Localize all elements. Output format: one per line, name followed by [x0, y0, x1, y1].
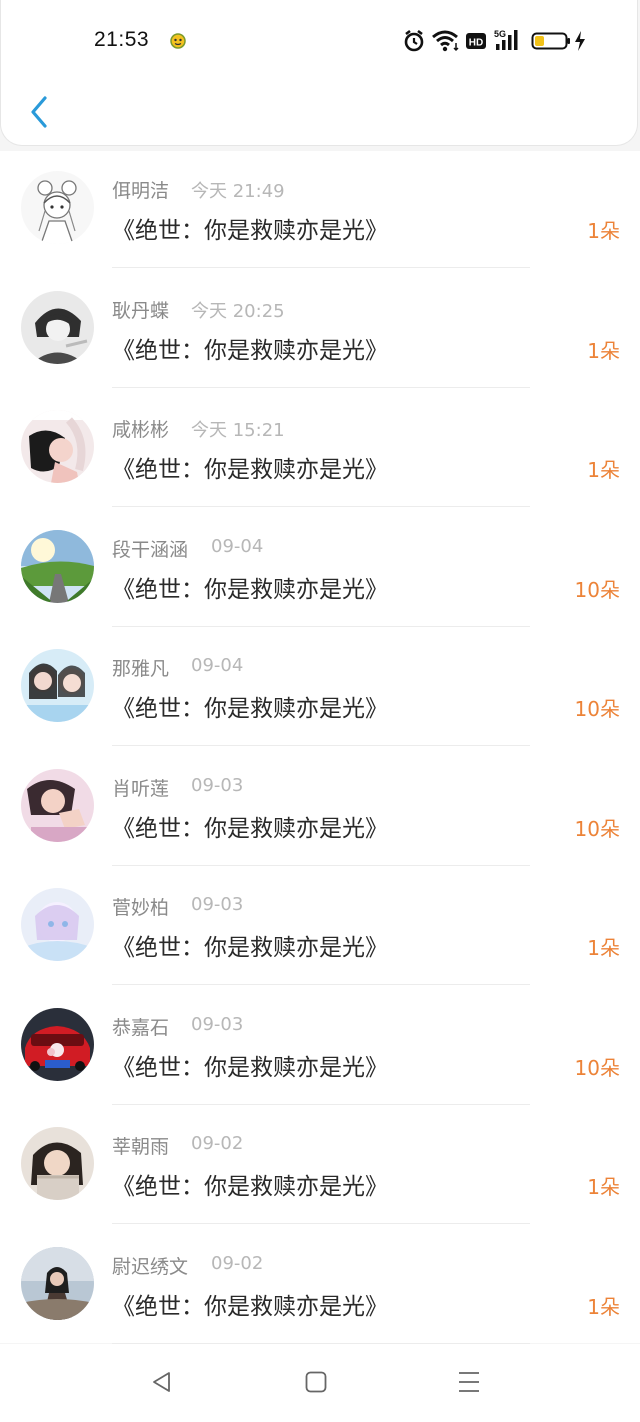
divider — [112, 625, 530, 627]
flower-count: 1朵 — [587, 338, 620, 363]
list-item[interactable]: 咸彬彬 今天 15:21 《绝世：你是救赎亦是光》 1朵 — [0, 390, 640, 510]
nav-menu-button[interactable] — [449, 1366, 489, 1398]
battery-icon — [531, 32, 570, 50]
home-square-icon — [305, 1371, 327, 1393]
user-name[interactable]: 咸彬彬 — [112, 415, 169, 442]
divider — [112, 386, 530, 388]
book-title[interactable]: 《绝世：你是救赎亦是光》 — [112, 211, 388, 245]
gift-time: 09-03 — [191, 894, 244, 915]
list-item[interactable]: 菅妙柏 09-03 《绝世：你是救赎亦是光》 1朵 — [0, 868, 640, 988]
gift-time: 09-04 — [211, 535, 264, 557]
flower-count: 1朵 — [587, 219, 620, 243]
avatar[interactable] — [21, 529, 94, 603]
gift-time: 09-02 — [211, 1252, 264, 1274]
flower-count: 1朵 — [587, 1175, 620, 1199]
user-name[interactable]: 菅妙柏 — [112, 893, 169, 920]
avatar[interactable] — [21, 649, 94, 722]
user-name[interactable]: 段干涵涵 — [112, 535, 188, 562]
book-title[interactable]: 《绝世：你是救赎亦是光》 — [112, 1167, 388, 1201]
header: 21:53 HD 5G — [0, 0, 638, 146]
list-item[interactable]: 耿丹蝶 今天 20:25 《绝世：你是救赎亦是光》 1朵 — [0, 271, 640, 391]
avatar[interactable] — [21, 888, 94, 961]
user-name[interactable]: 肖听莲 — [112, 774, 169, 801]
book-title[interactable]: 《绝世：你是救赎亦是光》 — [112, 1048, 388, 1082]
nav-home-button[interactable] — [296, 1366, 336, 1398]
notification-icon — [169, 32, 187, 50]
book-title[interactable]: 《绝世：你是救赎亦是光》 — [112, 331, 388, 365]
book-title[interactable]: 《绝世：你是救赎亦是光》 — [112, 809, 388, 843]
status-bar: 21:53 HD 5G — [1, 0, 640, 80]
divider — [112, 984, 530, 985]
gift-time: 09-03 — [191, 774, 244, 796]
list-item[interactable]: 那雅凡 09-04 《绝世：你是救赎亦是光》 10朵 — [0, 629, 640, 749]
avatar[interactable] — [21, 290, 94, 364]
system-nav-bar — [0, 1344, 640, 1422]
charging-icon — [575, 31, 585, 51]
flower-count: 10朵 — [574, 577, 620, 602]
avatar[interactable] — [21, 1127, 94, 1200]
flower-count: 10朵 — [574, 697, 620, 721]
divider — [112, 267, 530, 268]
user-name[interactable]: 佴明洁 — [112, 176, 169, 203]
user-name[interactable]: 莘朝雨 — [112, 1132, 169, 1159]
gift-time: 09-03 — [191, 1013, 244, 1035]
network-label: 5G — [494, 29, 506, 39]
status-time: 21:53 — [94, 28, 150, 51]
divider — [112, 864, 530, 866]
list-item[interactable]: 段干涵涵 09-04 《绝世：你是救赎亦是光》 10朵 — [0, 510, 640, 630]
flower-count: 1朵 — [587, 1294, 620, 1319]
flower-count: 1朵 — [587, 936, 620, 960]
book-title[interactable]: 《绝世：你是救赎亦是光》 — [112, 928, 388, 962]
user-name[interactable]: 耿丹蝶 — [112, 296, 169, 323]
list-item[interactable]: 莘朝雨 09-02 《绝世：你是救赎亦是光》 1朵 — [0, 1107, 640, 1227]
gift-time: 今天 20:25 — [191, 300, 285, 322]
avatar[interactable] — [21, 1007, 94, 1081]
alarm-icon — [404, 29, 424, 52]
avatar[interactable] — [21, 768, 94, 842]
book-title[interactable]: 《绝世：你是救赎亦是光》 — [112, 450, 388, 484]
avatar[interactable] — [21, 410, 94, 483]
chevron-left-icon — [31, 96, 47, 128]
gift-time: 今天 21:49 — [191, 181, 285, 202]
book-title[interactable]: 《绝世：你是救赎亦是光》 — [112, 570, 388, 604]
user-name[interactable]: 那雅凡 — [112, 654, 169, 681]
nav-back-button[interactable] — [142, 1366, 182, 1398]
divider — [112, 745, 530, 746]
book-title[interactable]: 《绝世：你是救赎亦是光》 — [112, 689, 388, 723]
gift-time: 09-04 — [191, 655, 244, 676]
user-name[interactable]: 恭嘉石 — [112, 1013, 169, 1040]
hd-label: HD — [469, 38, 483, 49]
hd-icon: HD — [466, 33, 486, 49]
flower-count: 1朵 — [587, 458, 620, 482]
list-item[interactable]: 佴明洁 今天 21:49 《绝世：你是救赎亦是光》 1朵 — [0, 151, 640, 271]
avatar[interactable] — [21, 1246, 94, 1320]
flower-count: 10朵 — [574, 816, 620, 841]
divider — [112, 1103, 530, 1105]
flower-count: 10朵 — [574, 1055, 620, 1080]
avatar[interactable] — [21, 171, 94, 244]
gift-time: 今天 15:21 — [191, 420, 285, 441]
back-button[interactable] — [19, 90, 59, 134]
back-triangle-icon — [153, 1372, 170, 1392]
list-item[interactable]: 尉迟绣文 09-02 《绝世：你是救赎亦是光》 1朵 — [0, 1227, 640, 1347]
user-name[interactable]: 尉迟绣文 — [112, 1252, 188, 1279]
list-item[interactable]: 恭嘉石 09-03 《绝世：你是救赎亦是光》 10朵 — [0, 988, 640, 1108]
book-title[interactable]: 《绝世：你是救赎亦是光》 — [112, 1287, 388, 1321]
list-item[interactable]: 肖听莲 09-03 《绝世：你是救赎亦是光》 10朵 — [0, 749, 640, 869]
signal-5g-icon: 5G — [494, 29, 518, 50]
gift-time: 09-02 — [191, 1133, 244, 1154]
divider — [112, 1223, 530, 1224]
divider — [112, 506, 530, 507]
menu-lines-icon — [459, 1372, 479, 1392]
gift-record-list: 佴明洁 今天 21:49 《绝世：你是救赎亦是光》 1朵 耿丹蝶 今天 20:25 《绝世：… — [0, 151, 640, 1344]
wifi-icon — [432, 30, 459, 52]
